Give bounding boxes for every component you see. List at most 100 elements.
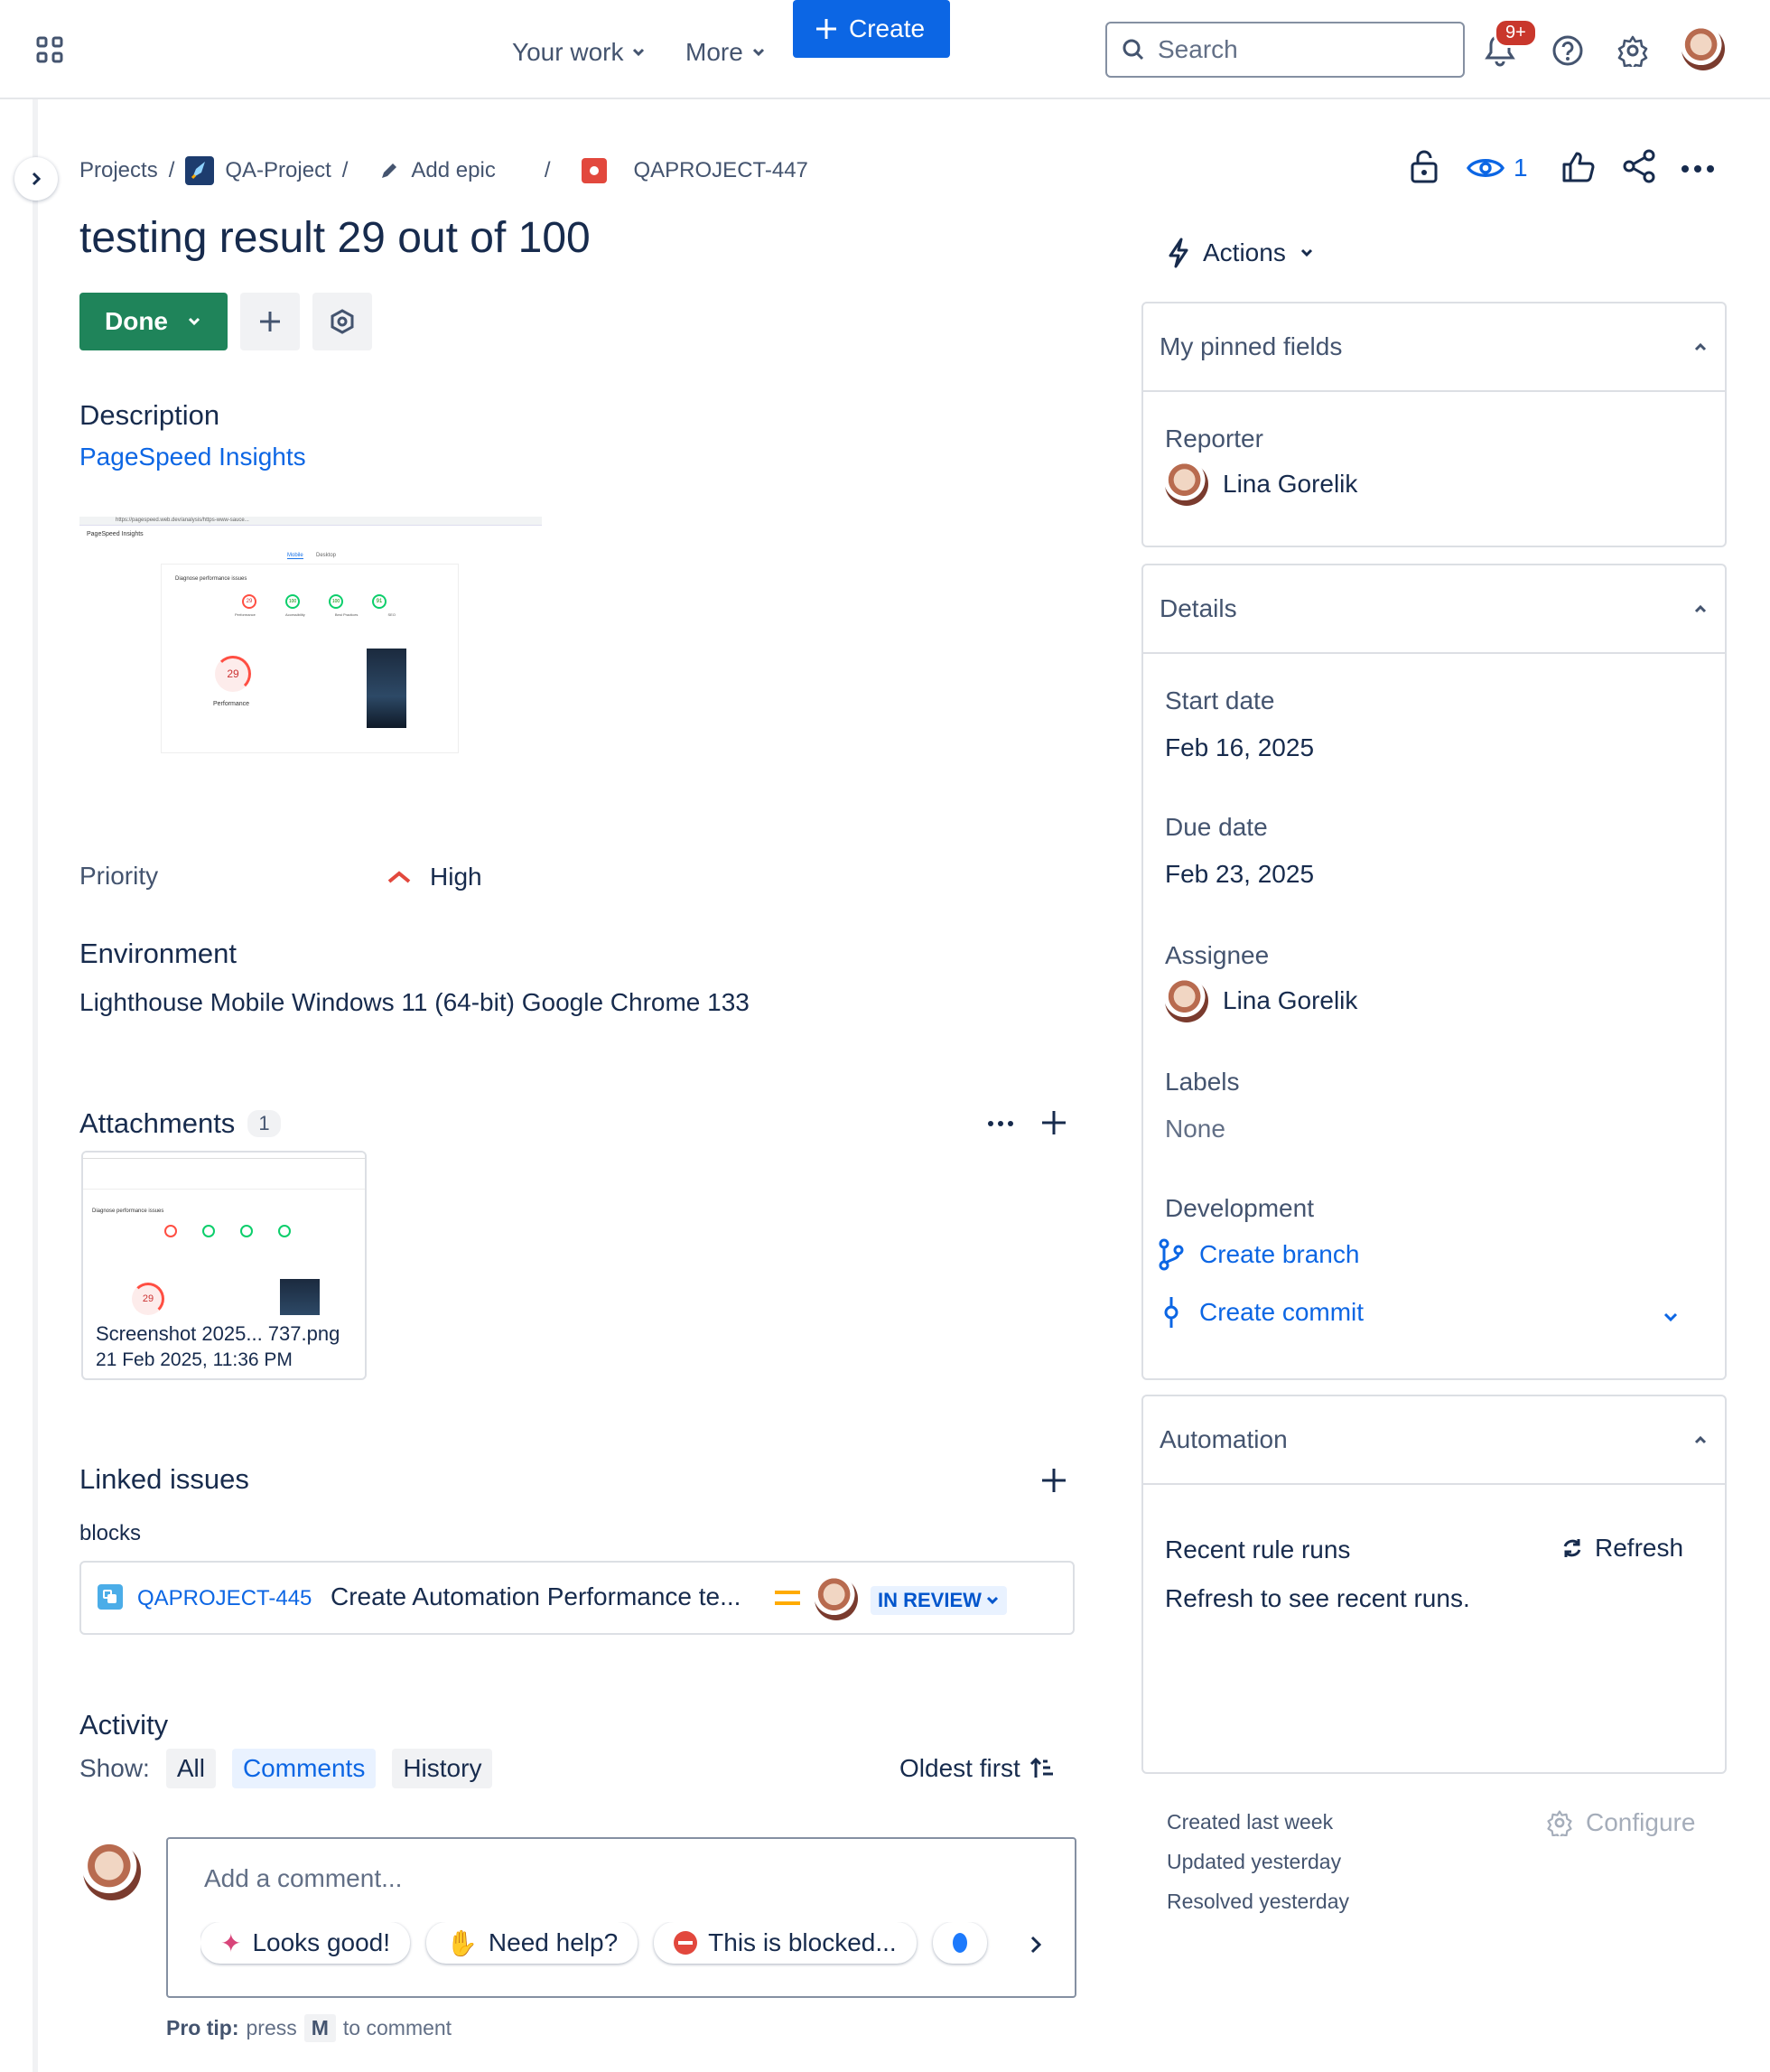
blue-circle-icon bbox=[952, 1933, 967, 1953]
lightning-icon bbox=[1169, 238, 1188, 268]
breadcrumb-projects[interactable]: Projects bbox=[79, 158, 158, 183]
actions-button[interactable]: Actions bbox=[1167, 233, 1315, 273]
thumb-brand: PageSpeed Insights bbox=[87, 531, 144, 537]
commit-icon bbox=[1164, 1297, 1178, 1328]
thumb-big-label: Performance bbox=[213, 701, 250, 707]
status-button[interactable]: Done bbox=[79, 293, 228, 350]
chevron-down-icon[interactable] bbox=[1662, 1308, 1680, 1326]
refresh-button[interactable]: Refresh bbox=[1560, 1534, 1683, 1563]
breadcrumb-project[interactable]: QA-Project bbox=[225, 158, 331, 183]
thumb-score-label: Performance bbox=[235, 612, 256, 617]
app-switcher-icon[interactable] bbox=[36, 36, 63, 63]
tab-comments[interactable]: Comments bbox=[231, 1749, 377, 1788]
sort-button[interactable]: Oldest first bbox=[899, 1754, 1055, 1783]
refresh-label: Refresh bbox=[1595, 1534, 1684, 1562]
linked-issue-row[interactable]: QAPROJECT-445 Create Automation Performa… bbox=[79, 1561, 1075, 1635]
search-input[interactable]: Search bbox=[1105, 22, 1465, 78]
quick-reply-label: Looks good! bbox=[252, 1928, 391, 1956]
priority-high-icon bbox=[387, 871, 411, 883]
create-commit-link[interactable]: Create commit bbox=[1158, 1295, 1364, 1330]
add-link-plus-icon[interactable] bbox=[1040, 1467, 1067, 1494]
pagespeed-link[interactable]: PageSpeed Insights bbox=[79, 443, 306, 471]
environment-value[interactable]: Lighthouse Mobile Windows 11 (64-bit) Go… bbox=[79, 988, 750, 1017]
add-attachment-plus-icon[interactable] bbox=[1040, 1109, 1067, 1136]
create-button[interactable]: Create bbox=[793, 0, 950, 58]
create-branch-link[interactable]: Create branch bbox=[1158, 1237, 1359, 1272]
more-menu[interactable]: More bbox=[685, 34, 767, 70]
chevron-down-icon bbox=[752, 48, 764, 57]
details-header[interactable]: Details bbox=[1143, 565, 1725, 654]
attachment-preview-score: 29 bbox=[132, 1283, 164, 1315]
settings-gear-icon[interactable] bbox=[1616, 34, 1649, 67]
linked-issue-key[interactable]: QAPROJECT-445 bbox=[137, 1586, 312, 1611]
breadcrumb-issue-key[interactable]: QAPROJECT-447 bbox=[634, 158, 808, 183]
description-screenshot[interactable]: https://pagespeed.web.dev/analysis/https… bbox=[79, 517, 542, 759]
thumbs-up-icon[interactable] bbox=[1560, 150, 1597, 184]
plus-icon bbox=[816, 19, 836, 39]
priority-field[interactable]: High bbox=[387, 860, 482, 894]
reporter-field[interactable]: Lina Gorelik bbox=[1165, 462, 1357, 506]
quick-replies: ✦ Looks good! ✋ Need help? This is block… bbox=[200, 1922, 1013, 1967]
linked-issues-heading: Linked issues bbox=[79, 1463, 249, 1495]
watch-button[interactable]: 1 bbox=[1467, 150, 1528, 186]
thumb-tab-desktop: Desktop bbox=[316, 553, 337, 558]
gear-icon bbox=[1547, 1810, 1572, 1836]
attachment-preview: Diagnose performance issues 29 bbox=[83, 1153, 365, 1315]
thumb-score: 91 bbox=[372, 594, 387, 609]
chevron-down-icon bbox=[1300, 248, 1312, 257]
profile-avatar[interactable] bbox=[1682, 27, 1725, 70]
lock-icon[interactable] bbox=[1409, 148, 1439, 184]
apps-button[interactable] bbox=[312, 293, 372, 350]
development-label: Development bbox=[1165, 1194, 1314, 1222]
chevron-up-icon bbox=[1694, 1435, 1707, 1444]
linked-issue-status[interactable]: IN REVIEW bbox=[871, 1586, 1007, 1615]
start-date-value[interactable]: Feb 16, 2025 bbox=[1165, 733, 1314, 762]
quick-reply-label: Need help? bbox=[488, 1928, 619, 1956]
comment-placeholder: Add a comment... bbox=[204, 1864, 403, 1892]
tab-history[interactable]: History bbox=[392, 1749, 493, 1788]
automation-header[interactable]: Automation bbox=[1143, 1396, 1725, 1485]
quick-reply-blocked[interactable]: This is blocked... bbox=[654, 1922, 917, 1964]
attachments-more-icon[interactable] bbox=[986, 1113, 1015, 1134]
add-button[interactable] bbox=[240, 293, 300, 350]
thumb-score: 29 bbox=[242, 594, 256, 609]
labels-value[interactable]: None bbox=[1165, 1115, 1225, 1143]
quick-reply-looks-good[interactable]: ✦ Looks good! bbox=[200, 1922, 411, 1964]
quick-reply-need-help[interactable]: ✋ Need help? bbox=[426, 1922, 638, 1964]
breadcrumb-separator: / bbox=[544, 158, 551, 182]
search-placeholder: Search bbox=[1158, 35, 1238, 63]
quick-reply-next[interactable] bbox=[932, 1922, 987, 1964]
actions-label: Actions bbox=[1203, 238, 1286, 266]
pinned-fields-header[interactable]: My pinned fields bbox=[1143, 303, 1725, 392]
tab-all[interactable]: All bbox=[165, 1749, 216, 1788]
pro-tip: Pro tip: press M to comment bbox=[166, 2014, 452, 2042]
help-icon[interactable] bbox=[1551, 34, 1584, 67]
your-work-menu[interactable]: Your work bbox=[512, 34, 647, 70]
configure-button[interactable]: Configure bbox=[1546, 1808, 1695, 1837]
assignee-field[interactable]: Lina Gorelik bbox=[1165, 979, 1357, 1022]
create-commit-label: Create commit bbox=[1199, 1298, 1365, 1326]
attachment-card[interactable]: Diagnose performance issues 29 Screensho… bbox=[81, 1151, 367, 1380]
expand-sidebar-button[interactable] bbox=[14, 157, 58, 201]
sort-label: Oldest first bbox=[899, 1754, 1020, 1782]
comment-box[interactable]: Add a comment... ✦ Looks good! ✋ Need he… bbox=[166, 1837, 1076, 1998]
due-date-value[interactable]: Feb 23, 2025 bbox=[1165, 860, 1314, 889]
status-label: Done bbox=[105, 307, 168, 335]
linked-issue-assignee-avatar bbox=[815, 1577, 858, 1620]
resolved-meta: Resolved yesterday bbox=[1167, 1890, 1349, 1913]
pinned-fields-panel: My pinned fields Reporter Lina Gorelik bbox=[1141, 302, 1727, 547]
details-panel: Details Start date Feb 16, 2025 Due date… bbox=[1141, 564, 1727, 1380]
more-options-icon[interactable] bbox=[1680, 155, 1716, 182]
issue-title[interactable]: testing result 29 out of 100 bbox=[79, 213, 591, 263]
environment-heading: Environment bbox=[79, 938, 238, 969]
add-epic-link[interactable]: Add epic bbox=[411, 158, 495, 183]
thumb-score: 100 bbox=[329, 594, 343, 609]
reporter-name: Lina Gorelik bbox=[1223, 470, 1358, 498]
attachment-preview-scores bbox=[164, 1225, 291, 1237]
pro-tip-key: M bbox=[303, 2014, 336, 2042]
assignee-name: Lina Gorelik bbox=[1223, 986, 1358, 1014]
bug-icon bbox=[581, 158, 607, 183]
chevron-right-icon[interactable] bbox=[1028, 1935, 1044, 1955]
quick-reply-label: This is blocked... bbox=[708, 1928, 897, 1956]
share-icon[interactable] bbox=[1622, 148, 1656, 184]
